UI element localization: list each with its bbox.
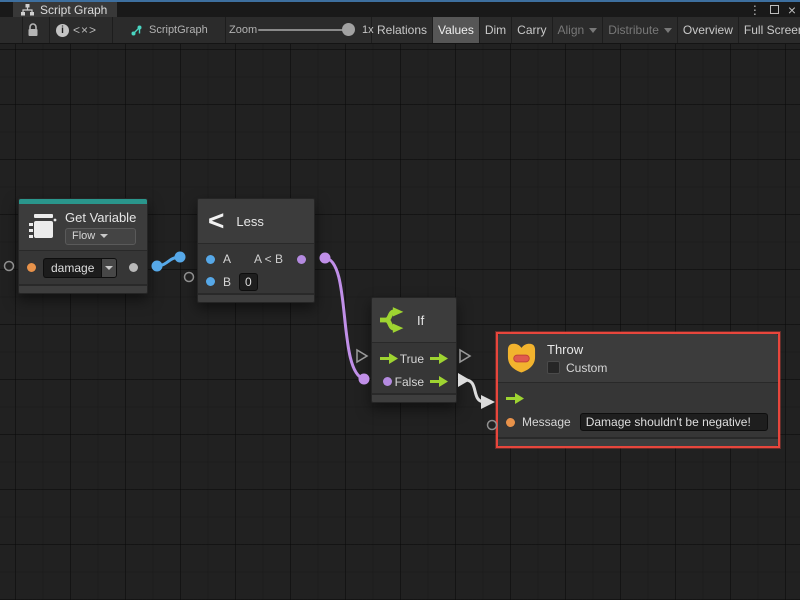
- hierarchy-icon: [21, 4, 34, 16]
- dropdown-caret-box: [101, 258, 117, 278]
- window-focus-stripe: [0, 0, 800, 2]
- less-icon: <: [208, 207, 224, 235]
- dim-button[interactable]: Dim: [480, 17, 512, 43]
- zoom-slider-track[interactable]: [258, 29, 350, 31]
- output-label: A < B: [254, 252, 283, 266]
- toolbar-separator: [225, 17, 226, 43]
- custom-checkbox[interactable]: [547, 361, 560, 374]
- info-icon: i: [56, 24, 69, 37]
- node-footer: [198, 293, 314, 302]
- node-throw[interactable]: Throw Custom Message Damage shouldn't: [498, 334, 778, 446]
- message-port-icon[interactable]: [506, 418, 515, 427]
- dropdown-caret-icon: [100, 234, 108, 238]
- input-b-value-field[interactable]: 0: [239, 273, 258, 291]
- graph-toolbar: i <×> ScriptGraph Zoom 1x Relations Valu…: [0, 17, 800, 44]
- window-controls: ⋮ ×: [749, 2, 796, 17]
- zoom-group: Zoom: [229, 17, 257, 43]
- full-screen-button[interactable]: Full Screen: [739, 17, 800, 43]
- code-icon: <×>: [73, 23, 97, 37]
- zoom-label: Zoom: [229, 24, 257, 36]
- relations-button[interactable]: Relations: [372, 17, 433, 43]
- overview-button[interactable]: Overview: [678, 17, 739, 43]
- inspect-button[interactable]: i: [56, 17, 69, 43]
- flow-in-port-icon[interactable]: [380, 353, 398, 364]
- node-if[interactable]: If True False: [371, 297, 457, 403]
- lock-icon: [27, 23, 39, 37]
- node-footer: [498, 437, 778, 446]
- condition-port-icon[interactable]: [383, 377, 392, 386]
- throw-shield-icon: [506, 342, 537, 374]
- true-output-port-icon[interactable]: [430, 353, 448, 364]
- node-title: Less: [236, 214, 263, 229]
- toolbar-separator: [22, 17, 23, 43]
- carry-button[interactable]: Carry: [512, 17, 552, 43]
- flow-in-port-icon[interactable]: [506, 393, 524, 404]
- toolbar-separator: [112, 17, 113, 43]
- variable-scope-dropdown[interactable]: Flow: [65, 228, 136, 245]
- values-button[interactable]: Values: [433, 17, 480, 43]
- variable-name-port-icon[interactable]: [27, 263, 36, 272]
- window-menu-icon[interactable]: ⋮: [749, 4, 761, 16]
- graph-breadcrumb-label: ScriptGraph: [149, 24, 208, 36]
- lock-button[interactable]: [27, 17, 39, 43]
- tab-script-graph[interactable]: Script Graph: [13, 2, 117, 17]
- zoom-slider-handle[interactable]: [342, 23, 355, 36]
- code-view-button[interactable]: <×>: [73, 17, 97, 43]
- input-a-label: A: [223, 252, 231, 266]
- dropdown-caret-icon: [664, 28, 672, 33]
- variable-icon: [27, 212, 57, 242]
- node-title: Get Variable: [65, 210, 136, 225]
- distribute-dropdown-button[interactable]: Distribute: [603, 17, 678, 43]
- node-title: If: [417, 313, 424, 328]
- false-output-port-icon[interactable]: [430, 376, 448, 387]
- node-title: Throw: [547, 342, 607, 357]
- titlebar: Script Graph ⋮ ×: [0, 0, 800, 17]
- toolbar-buttons: Relations Values Dim Carry Align Distrib…: [372, 17, 800, 43]
- script-graph-window: Script Graph ⋮ × i <×>: [0, 0, 800, 600]
- tab-label: Script Graph: [40, 3, 107, 17]
- true-output-label: True: [400, 352, 424, 366]
- toolbar-separator: [49, 17, 50, 43]
- align-dropdown-button[interactable]: Align: [553, 17, 604, 43]
- dropdown-caret-icon: [105, 266, 113, 270]
- variable-name-dropdown[interactable]: damage: [43, 258, 117, 278]
- graph-breadcrumb[interactable]: ScriptGraph: [130, 17, 208, 43]
- input-b-port-icon[interactable]: [206, 277, 215, 286]
- node-footer: [372, 393, 456, 402]
- message-label: Message: [522, 415, 571, 429]
- node-footer: [19, 284, 147, 293]
- script-graph-icon: [130, 24, 143, 37]
- input-b-label: B: [223, 275, 231, 289]
- node-less[interactable]: < Less A A < B B 0: [197, 198, 315, 303]
- node-get-variable[interactable]: Get Variable Flow damage: [18, 198, 148, 294]
- input-a-port-icon[interactable]: [206, 255, 215, 264]
- maximize-icon[interactable]: [770, 5, 779, 14]
- selection-outline: Throw Custom Message Damage shouldn't: [496, 332, 780, 448]
- message-value-field[interactable]: Damage shouldn't be negative!: [580, 413, 768, 431]
- close-icon[interactable]: ×: [788, 3, 796, 17]
- false-output-label: False: [395, 375, 424, 389]
- branch-icon: [380, 307, 408, 333]
- dropdown-caret-icon: [589, 28, 597, 33]
- result-output-port-icon[interactable]: [297, 255, 306, 264]
- value-output-port-icon[interactable]: [129, 263, 138, 272]
- custom-checkbox-label: Custom: [566, 361, 607, 375]
